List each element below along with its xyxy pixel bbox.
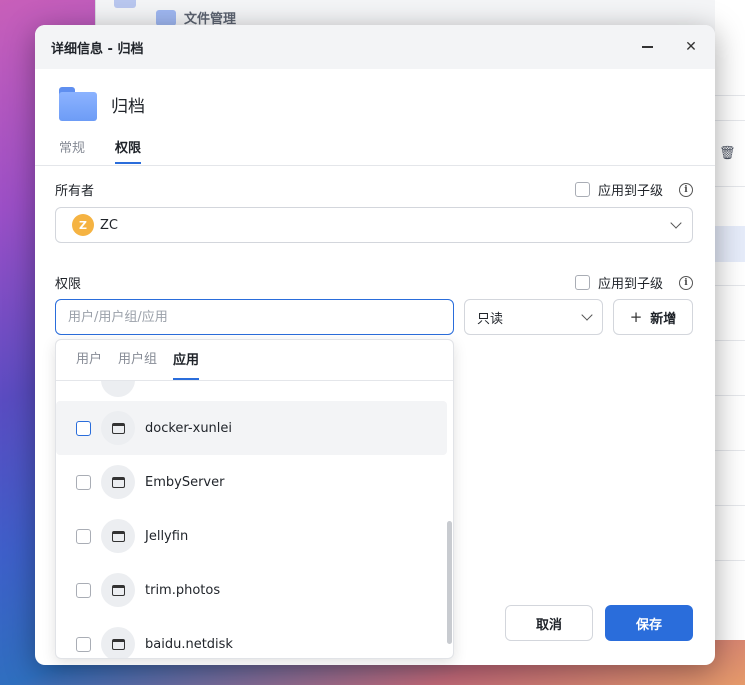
permission-search-input[interactable] bbox=[55, 299, 454, 335]
minimize-icon bbox=[641, 46, 653, 48]
owner-select[interactable]: Z ZC bbox=[55, 207, 693, 243]
minimize-button[interactable] bbox=[637, 37, 657, 57]
item-checkbox[interactable] bbox=[76, 420, 91, 436]
folder-icon bbox=[156, 9, 176, 26]
permission-label: 权限 bbox=[55, 277, 82, 292]
list-item[interactable]: trim.photos bbox=[56, 563, 447, 617]
app-icon bbox=[101, 381, 135, 397]
permission-apply-child-label: 应用到子级 bbox=[598, 277, 664, 292]
owner-apply-child-checkbox[interactable] bbox=[575, 182, 590, 197]
selected-row bbox=[715, 226, 745, 262]
close-icon: ✕ bbox=[685, 39, 697, 55]
app-name: docker-xunlei bbox=[145, 420, 233, 436]
app-name: Jellyfin bbox=[145, 528, 189, 544]
item-checkbox[interactable] bbox=[76, 636, 91, 652]
plus-icon: + bbox=[629, 308, 643, 326]
app-window-icon bbox=[101, 573, 135, 607]
permission-level-select[interactable]: 只读 bbox=[464, 299, 603, 335]
save-button[interactable]: 保存 bbox=[605, 605, 693, 641]
file-name: 归档 bbox=[111, 96, 145, 117]
trash-icon: 🗑 bbox=[719, 146, 736, 161]
chevron-down-icon bbox=[581, 309, 593, 321]
tab-applications[interactable]: 应用 bbox=[173, 340, 200, 380]
chevron-down-icon bbox=[670, 217, 682, 229]
permission-apply-child: 应用到子级 i bbox=[575, 273, 694, 292]
app-name: baidu.netdisk bbox=[145, 636, 233, 652]
app-name: trim.photos bbox=[145, 582, 221, 598]
tab-users[interactable]: 用户 bbox=[76, 340, 102, 380]
owner-name: ZC bbox=[100, 217, 118, 233]
owner-apply-child-label: 应用到子级 bbox=[598, 184, 664, 199]
scrollbar-thumb[interactable] bbox=[447, 521, 452, 644]
item-checkbox[interactable] bbox=[76, 474, 91, 490]
permission-apply-child-checkbox[interactable] bbox=[575, 275, 590, 290]
dialog-titlebar: 详细信息 - 归档 ✕ bbox=[35, 25, 715, 69]
item-checkbox[interactable] bbox=[76, 528, 91, 544]
info-icon[interactable]: i bbox=[679, 182, 694, 197]
item-checkbox[interactable] bbox=[76, 582, 91, 598]
info-icon[interactable]: i bbox=[679, 275, 694, 290]
permission-level-value: 只读 bbox=[477, 311, 504, 327]
close-button[interactable]: ✕ bbox=[681, 37, 701, 57]
background-file-list: 🗑 bbox=[715, 0, 745, 640]
tab-permissions[interactable]: 权限 bbox=[115, 137, 142, 164]
app-window-icon bbox=[101, 411, 135, 445]
dialog-title: 详细信息 - 归档 bbox=[51, 41, 144, 57]
tab-general[interactable]: 常规 bbox=[59, 137, 85, 164]
app-window-icon bbox=[101, 627, 135, 658]
owner-label: 所有者 bbox=[55, 184, 95, 199]
dropdown-tabs: 用户 用户组 应用 bbox=[76, 340, 200, 380]
app-name: EmbyServer bbox=[145, 474, 225, 490]
details-dialog: 详细信息 - 归档 ✕ 归档 常规 权限 所有者 应用到子级 i Z ZC 权限… bbox=[35, 25, 715, 665]
list-item[interactable]: docker-xunlei bbox=[56, 401, 447, 455]
application-list[interactable]: docker-xunlei EmbyServer Jellyfin trim.p… bbox=[56, 381, 453, 658]
folder-icon bbox=[59, 87, 97, 121]
list-item[interactable]: EmbyServer bbox=[56, 455, 447, 509]
tab-user-groups[interactable]: 用户组 bbox=[118, 340, 157, 380]
app-window-icon bbox=[101, 465, 135, 499]
principal-dropdown: 用户 用户组 应用 docker-xunlei EmbyServer Jelly… bbox=[55, 339, 454, 659]
app-window-icon bbox=[101, 519, 135, 553]
file-header: 归档 bbox=[59, 87, 145, 121]
dialog-tabs: 常规 权限 bbox=[59, 137, 142, 164]
app-icon bbox=[114, 0, 136, 8]
list-item[interactable]: baidu.netdisk bbox=[56, 617, 447, 658]
cancel-button[interactable]: 取消 bbox=[505, 605, 593, 641]
avatar: Z bbox=[72, 214, 94, 236]
owner-apply-child: 应用到子级 i bbox=[575, 180, 694, 199]
add-permission-button[interactable]: + 新增 bbox=[613, 299, 693, 335]
tabs-divider bbox=[35, 165, 715, 166]
list-item[interactable]: Jellyfin bbox=[56, 509, 447, 563]
